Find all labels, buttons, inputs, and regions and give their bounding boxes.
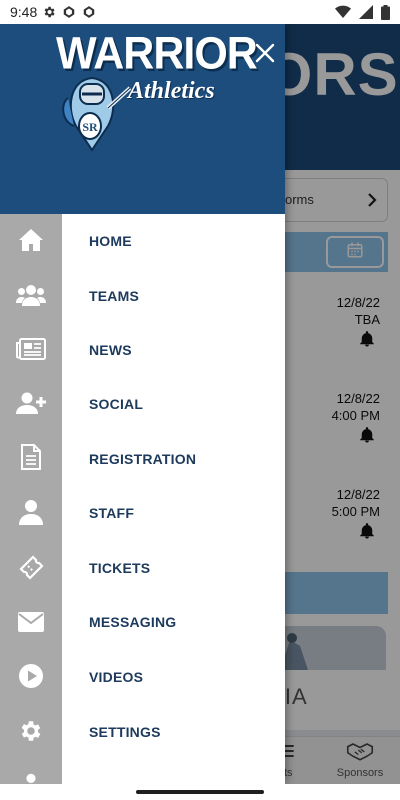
drawer-header: SR WARRIOR Athletics [0,24,285,214]
wifi-icon [335,5,351,20]
menu-item-label: SOCIAL [89,396,144,412]
menu-icon-rail [0,214,62,784]
ticket-icon [18,554,44,585]
rail-item-staff[interactable] [0,499,62,529]
status-bar: 9:48 [0,0,400,24]
warrior-athletics-logo: SR WARRIOR Athletics [52,29,258,152]
newspaper-icon [16,337,46,365]
menu-item-messaging[interactable]: MESSAGING [62,601,285,645]
document-icon [20,443,42,475]
status-time: 9:48 [10,4,38,20]
users-icon [16,283,46,312]
menu-item-videos[interactable]: VIDEOS [62,656,285,700]
menu-item-teams[interactable]: TEAMS [62,275,285,319]
user-icon [19,499,43,530]
gear-icon [42,5,56,19]
drawer-menu: HOME TEAMS NEWS SOCIAL REGISTRATION STAF… [62,214,285,784]
rail-item-settings[interactable] [0,718,62,748]
system-navigation-bar [0,784,400,800]
rail-item-home[interactable] [0,227,62,257]
menu-item-label: REGISTRATION [89,451,197,467]
menu-item-label: SETTINGS [89,724,161,740]
menu-item-label: TICKETS [89,560,151,576]
rail-item-news[interactable] [0,336,62,366]
battery-icon [381,5,390,20]
home-icon [17,227,45,258]
app-icon [62,5,76,19]
rail-item-social[interactable] [0,390,62,420]
menu-item-label: MESSAGING [89,614,177,630]
menu-item-social[interactable]: SOCIAL [62,383,285,427]
rail-item-tickets[interactable] [0,554,62,584]
play-icon [18,663,44,694]
user-icon [21,773,41,785]
rail-item-registration[interactable] [0,443,62,475]
close-drawer-button[interactable] [254,42,276,64]
rail-item-teams[interactable] [0,282,62,312]
gear-icon [18,718,44,749]
logo-subtitle: Athletics [128,78,215,104]
envelope-icon [17,611,45,638]
rail-item-messaging[interactable] [0,609,62,639]
menu-item-settings[interactable]: SETTINGS [62,711,285,755]
gesture-handle[interactable] [136,790,264,794]
menu-item-staff[interactable]: STAFF [62,492,285,536]
menu-item-label: HOME [89,233,132,249]
navigation-drawer: SR WARRIOR Athletics HOME TEAMS NEWS SOC… [0,24,285,784]
rail-item-more[interactable] [0,770,62,784]
knight-mascot-icon: SR [52,68,132,157]
menu-item-registration[interactable]: REGISTRATION [62,438,285,482]
menu-item-label: STAFF [89,505,135,521]
menu-item-label: TEAMS [89,288,139,304]
menu-item-tickets[interactable]: TICKETS [62,547,285,591]
signal-icon [359,5,373,20]
rail-item-videos[interactable] [0,663,62,693]
menu-item-label: NEWS [89,342,132,358]
menu-item-news[interactable]: NEWS [62,329,285,373]
menu-item-home[interactable]: HOME [62,220,285,264]
app-icon [82,5,96,19]
user-plus-icon [16,391,46,420]
close-icon [254,43,276,68]
logo-title: WARRIOR [56,28,258,80]
logo-monogram: SR [82,120,98,134]
menu-item-label: VIDEOS [89,669,144,685]
